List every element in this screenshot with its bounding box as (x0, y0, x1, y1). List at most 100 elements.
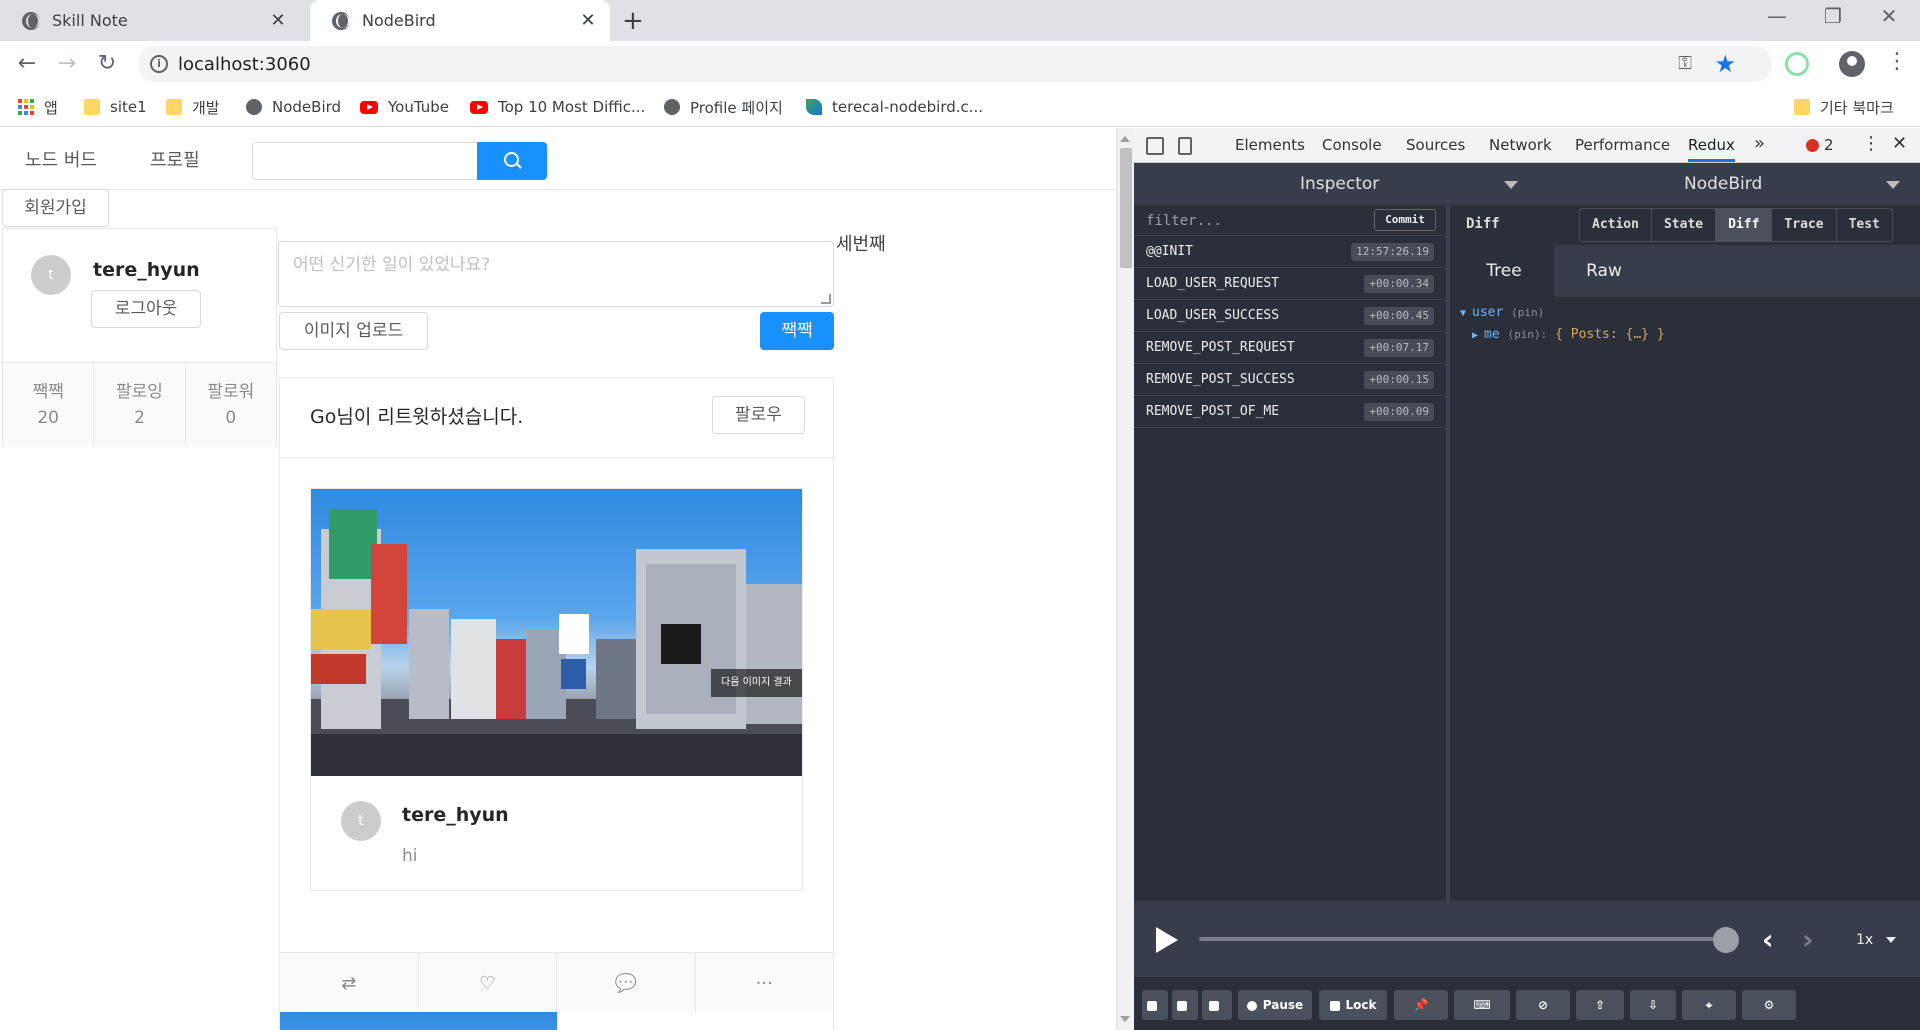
bookmark-dev[interactable]: 개발 (166, 96, 220, 118)
stat-followers[interactable]: 팔로워 0 (186, 363, 276, 446)
tab-state[interactable]: State (1651, 209, 1717, 241)
error-count-badge[interactable]: 2 (1806, 136, 1834, 154)
url-text[interactable]: localhost:3060 (178, 54, 311, 75)
search-input[interactable] (252, 142, 478, 180)
action-row[interactable]: LOAD_USER_SUCCESS +00:00.45 (1134, 300, 1446, 332)
scroll-up-icon[interactable] (1120, 136, 1130, 142)
more-icon[interactable]: ··· (696, 953, 834, 1013)
tab-skill-note[interactable]: Skill Note ✕ (0, 0, 300, 41)
extension-icon[interactable] (1785, 52, 1809, 76)
bookmark-other[interactable]: 기타 북마크 (1794, 96, 1894, 118)
next-post-image[interactable] (280, 1012, 557, 1030)
speed-select[interactable]: 1x (1848, 926, 1906, 954)
remote-icon[interactable]: ⌖ (1682, 990, 1736, 1020)
lock-button[interactable]: Lock (1319, 990, 1387, 1020)
tree-node-user[interactable]: ▼ user (pin) (1460, 305, 1544, 320)
tab-action[interactable]: Action (1580, 209, 1652, 241)
reload-button[interactable]: ↻ (93, 50, 121, 78)
chevron-left-icon[interactable]: ‹ (1762, 923, 1774, 956)
action-row[interactable]: REMOVE_POST_OF_ME +00:00.09 (1134, 396, 1446, 428)
heart-icon[interactable]: ♡ (419, 953, 557, 1013)
forward-button[interactable]: → (53, 50, 81, 78)
tab-elements[interactable]: Elements (1235, 136, 1305, 154)
chevron-down-icon[interactable] (1886, 181, 1900, 189)
action-row[interactable]: LOAD_USER_REQUEST +00:00.34 (1134, 268, 1446, 300)
stat-followings[interactable]: 팔로잉 2 (94, 363, 186, 446)
persist-pin-icon[interactable]: 📌 (1394, 990, 1448, 1020)
tweet-submit-button[interactable]: 짹짹 (760, 312, 834, 350)
slider-handle[interactable] (1713, 927, 1739, 953)
export-icon[interactable]: ⇩ (1630, 990, 1676, 1020)
post-image[interactable]: 다음 이미지 결과 (311, 489, 802, 776)
back-button[interactable]: ← (13, 50, 41, 78)
import-icon[interactable]: ⇧ (1576, 990, 1624, 1020)
window-right-icon[interactable] (1172, 990, 1198, 1020)
menu-profile[interactable]: 프로필 (150, 146, 200, 172)
play-icon[interactable] (1156, 927, 1178, 953)
settings-gear-icon[interactable]: ⚙ (1742, 990, 1796, 1020)
slider-toggle-icon[interactable]: ⊘ (1516, 990, 1570, 1020)
signup-button[interactable]: 회원가입 (2, 189, 109, 227)
action-row[interactable]: REMOVE_POST_SUCCESS +00:00.15 (1134, 364, 1446, 396)
tab-network[interactable]: Network (1489, 136, 1552, 154)
page-scrollbar[interactable] (1116, 128, 1134, 1030)
chevron-down-icon[interactable] (1504, 181, 1518, 189)
bookmark-top10[interactable]: Top 10 Most Diffic... (470, 96, 645, 118)
tab-sources[interactable]: Sources (1406, 136, 1465, 154)
scroll-thumb[interactable] (1120, 148, 1132, 268)
close-icon[interactable]: ✕ (268, 10, 288, 31)
bookmark-site1[interactable]: site1 (84, 96, 147, 118)
pin-label[interactable]: (pin) (1511, 306, 1544, 319)
collapsed-triangle-icon[interactable]: ▶ (1472, 330, 1478, 341)
tab-performance[interactable]: Performance (1575, 136, 1670, 154)
retweet-icon[interactable]: ⇄ (280, 953, 419, 1013)
key-icon[interactable]: ⚿ (1678, 53, 1692, 74)
pause-button[interactable]: Pause (1238, 990, 1312, 1020)
dispatcher-icon[interactable]: ⌨ (1454, 990, 1510, 1020)
window-left-icon[interactable] (1142, 990, 1168, 1020)
browser-menu-icon[interactable]: ⋮ (1886, 49, 1908, 74)
devtools-close-icon[interactable]: ✕ (1892, 133, 1907, 154)
account-icon[interactable] (1839, 51, 1865, 77)
minimize-button[interactable]: — (1762, 4, 1792, 28)
comment-icon[interactable]: 💬 (557, 953, 696, 1013)
bookmark-youtube[interactable]: YouTube (360, 96, 449, 118)
store-select[interactable]: NodeBird (1684, 174, 1762, 194)
logout-button[interactable]: 로그아웃 (91, 290, 201, 328)
maximize-button[interactable]: ❐ (1818, 4, 1848, 28)
window-remote-icon[interactable] (1202, 990, 1232, 1020)
info-icon[interactable]: i (150, 55, 168, 73)
image-overlay-label[interactable]: 다음 이미지 결과 (711, 669, 802, 697)
expanded-triangle-icon[interactable]: ▼ (1460, 308, 1466, 319)
monitor-select[interactable]: Inspector (1300, 174, 1379, 194)
slider-track[interactable] (1199, 937, 1729, 941)
stat-tweets[interactable]: 짹짹 20 (3, 363, 95, 446)
device-toolbar-icon[interactable] (1178, 137, 1192, 155)
tab-trace[interactable]: Trace (1772, 209, 1837, 241)
post-textarea[interactable]: 어떤 신기한 일이 있었나요? (278, 241, 834, 307)
tab-test[interactable]: Test (1836, 209, 1892, 241)
action-row[interactable]: REMOVE_POST_REQUEST +00:07.17 (1134, 332, 1446, 364)
tab-diff[interactable]: Diff (1716, 209, 1773, 241)
tree-node-me[interactable]: ▶ me (pin): { Posts: {…} } (1472, 327, 1665, 342)
image-upload-button[interactable]: 이미지 업로드 (279, 312, 428, 350)
bookmark-nodebird[interactable]: NodeBird (246, 96, 341, 118)
tab-redux[interactable]: Redux (1688, 136, 1735, 162)
devtools-menu-icon[interactable]: ⋮ (1862, 133, 1880, 154)
tab-console[interactable]: Console (1322, 136, 1382, 154)
close-icon[interactable]: ✕ (578, 10, 598, 31)
window-close-button[interactable]: ✕ (1874, 4, 1904, 28)
chevron-right-icon[interactable]: › (1802, 923, 1814, 956)
bookmark-profile[interactable]: Profile 페이지 (664, 96, 783, 118)
menu-home[interactable]: 노드 버드 (25, 146, 97, 172)
inspect-element-icon[interactable] (1146, 137, 1164, 155)
search-button[interactable] (477, 142, 547, 180)
bookmark-terecal[interactable]: terecal-nodebird.c... (806, 96, 983, 118)
action-row[interactable]: @@INIT 12:57:26.19 (1134, 236, 1446, 268)
tab-raw[interactable]: Raw (1554, 245, 1654, 297)
omnibox[interactable]: i localhost:3060 ⚿ ★ (138, 46, 1772, 82)
scroll-down-icon[interactable] (1120, 1016, 1130, 1022)
tab-tree[interactable]: Tree (1454, 245, 1554, 297)
follow-button[interactable]: 팔로우 (712, 396, 805, 434)
bookmark-apps[interactable]: 앱 (18, 96, 58, 118)
